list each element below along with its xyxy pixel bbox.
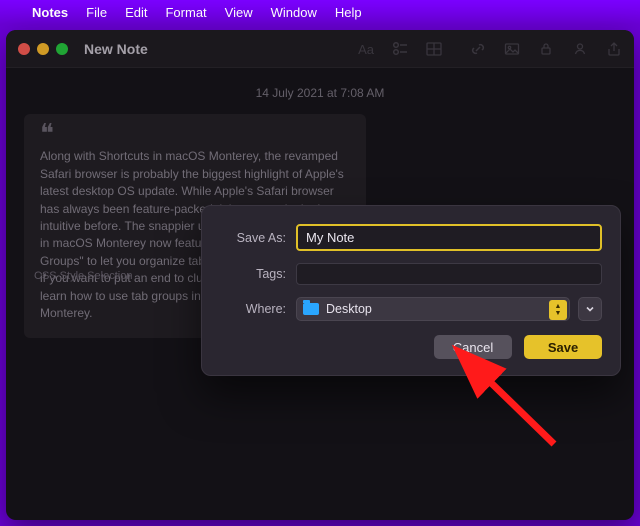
expand-dialog-button[interactable] xyxy=(578,297,602,321)
where-value: Desktop xyxy=(326,302,372,316)
menubar-app-name[interactable]: Notes xyxy=(32,5,68,20)
save-button[interactable]: Save xyxy=(524,335,602,359)
menubar-item-help[interactable]: Help xyxy=(335,5,362,20)
menubar-item-file[interactable]: File xyxy=(86,5,107,20)
tags-label: Tags: xyxy=(220,267,286,281)
menubar-item-format[interactable]: Format xyxy=(165,5,206,20)
menubar-item-edit[interactable]: Edit xyxy=(125,5,147,20)
dialog-button-row: Cancel Save xyxy=(220,335,602,359)
menubar-item-window[interactable]: Window xyxy=(271,5,317,20)
tags-input[interactable] xyxy=(296,263,602,285)
cancel-button[interactable]: Cancel xyxy=(434,335,512,359)
where-dropdown[interactable]: Desktop ▲▼ xyxy=(296,297,570,321)
up-down-icon[interactable]: ▲▼ xyxy=(549,300,567,320)
saveas-label: Save As: xyxy=(220,231,286,245)
system-menubar: Notes File Edit Format View Window Help xyxy=(0,0,640,24)
menubar-item-view[interactable]: View xyxy=(225,5,253,20)
saveas-input[interactable] xyxy=(296,224,602,251)
folder-icon xyxy=(303,303,319,315)
where-label: Where: xyxy=(220,302,286,316)
save-dialog: Save As: Tags: Where: Desktop ▲▼ Cancel … xyxy=(201,205,621,376)
notes-window: New Note Aa xyxy=(6,30,634,520)
chevron-down-icon xyxy=(585,304,595,314)
